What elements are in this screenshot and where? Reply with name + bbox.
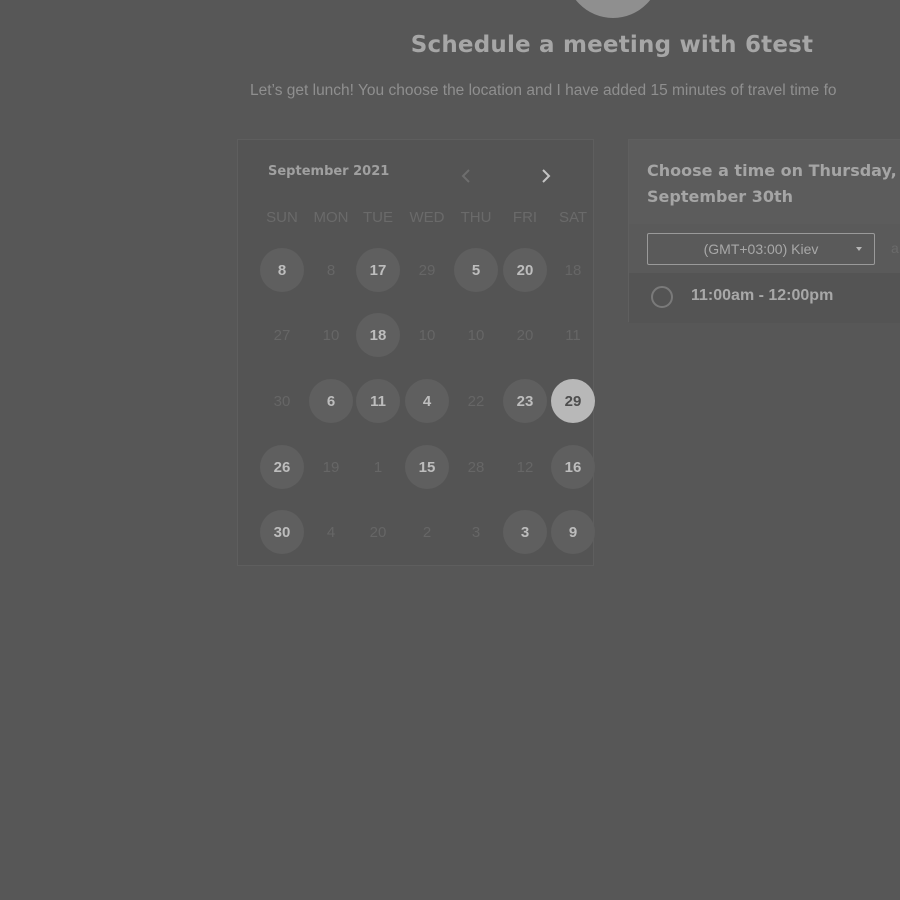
calendar-day[interactable]: 30 xyxy=(260,510,304,554)
caret-down-icon xyxy=(856,247,862,251)
time-panel-header: Choose a time on Thursday, September 30t… xyxy=(629,140,900,224)
calendar-day[interactable]: 20 xyxy=(503,248,547,292)
calendar-day[interactable]: 18 xyxy=(356,313,400,357)
calendar-day: 8 xyxy=(326,261,336,279)
calendar-day: 18 xyxy=(564,261,582,279)
avatar xyxy=(565,0,661,18)
timezone-select[interactable]: (GMT+03:00) Kiev xyxy=(647,233,875,265)
page-subtitle: Let’s get lunch! You choose the location… xyxy=(250,82,837,99)
calendar-day[interactable]: 3 xyxy=(503,510,547,554)
chevron-left-icon[interactable] xyxy=(458,166,474,186)
calendar-day[interactable]: 17 xyxy=(356,248,400,292)
calendar-day: 11 xyxy=(565,326,581,344)
chevron-right-icon[interactable] xyxy=(538,166,554,186)
calendar-day[interactable]: 11 xyxy=(356,379,400,423)
calendar-day: 20 xyxy=(516,326,534,344)
calendar-day: 4 xyxy=(326,523,336,541)
calendar-day[interactable]: 23 xyxy=(503,379,547,423)
calendar-day: 1 xyxy=(373,458,383,476)
calendar-day-selected[interactable]: 29 xyxy=(551,379,595,423)
radio-icon[interactable] xyxy=(651,286,673,308)
weekday-label: SUN xyxy=(266,209,298,226)
month-label: September 2021 xyxy=(268,164,390,179)
time-slot-label: 11:00am - 12:00pm xyxy=(691,287,834,304)
calendar-day: 28 xyxy=(467,458,485,476)
calendar-day: 20 xyxy=(369,523,387,541)
calendar-day: 29 xyxy=(418,261,436,279)
calendar-day: 27 xyxy=(273,326,291,344)
weekday-label: THU xyxy=(460,209,492,226)
weekday-label: MON xyxy=(313,209,349,226)
weekday-label: SAT xyxy=(558,209,588,226)
calendar-day: 30 xyxy=(273,392,291,410)
calendar: September 2021 SUN MON TUE WED THU FRI SAT 8 8 1… xyxy=(237,139,595,566)
calendar-day: 19 xyxy=(322,458,340,476)
time-panel: Choose a time on Thursday, September 30t… xyxy=(628,139,900,323)
timezone-extra-text: a xyxy=(891,240,899,256)
calendar-day: 22 xyxy=(467,392,485,410)
weekday-label: FRI xyxy=(512,209,538,226)
calendar-day: 3 xyxy=(471,523,481,541)
calendar-day[interactable]: 6 xyxy=(309,379,353,423)
calendar-day: 10 xyxy=(418,326,436,344)
timezone-value: (GMT+03:00) Kiev xyxy=(703,241,819,257)
page-title: Schedule a meeting with 6test xyxy=(410,32,814,58)
time-slot[interactable]: 11:00am - 12:00pm xyxy=(629,273,900,323)
weekday-label: WED xyxy=(409,209,445,226)
calendar-day[interactable]: 9 xyxy=(551,510,595,554)
calendar-day[interactable]: 15 xyxy=(405,445,449,489)
calendar-day: 10 xyxy=(322,326,340,344)
calendar-day: 10 xyxy=(467,326,485,344)
calendar-day[interactable]: 8 xyxy=(260,248,304,292)
calendar-day[interactable]: 26 xyxy=(260,445,304,489)
calendar-day: 2 xyxy=(422,523,432,541)
calendar-day[interactable]: 16 xyxy=(551,445,595,489)
weekday-label: TUE xyxy=(363,209,393,226)
calendar-day[interactable]: 4 xyxy=(405,379,449,423)
calendar-day: 12 xyxy=(516,458,534,476)
time-panel-title: Choose a time on Thursday, September 30t… xyxy=(647,161,897,206)
calendar-day[interactable]: 5 xyxy=(454,248,498,292)
